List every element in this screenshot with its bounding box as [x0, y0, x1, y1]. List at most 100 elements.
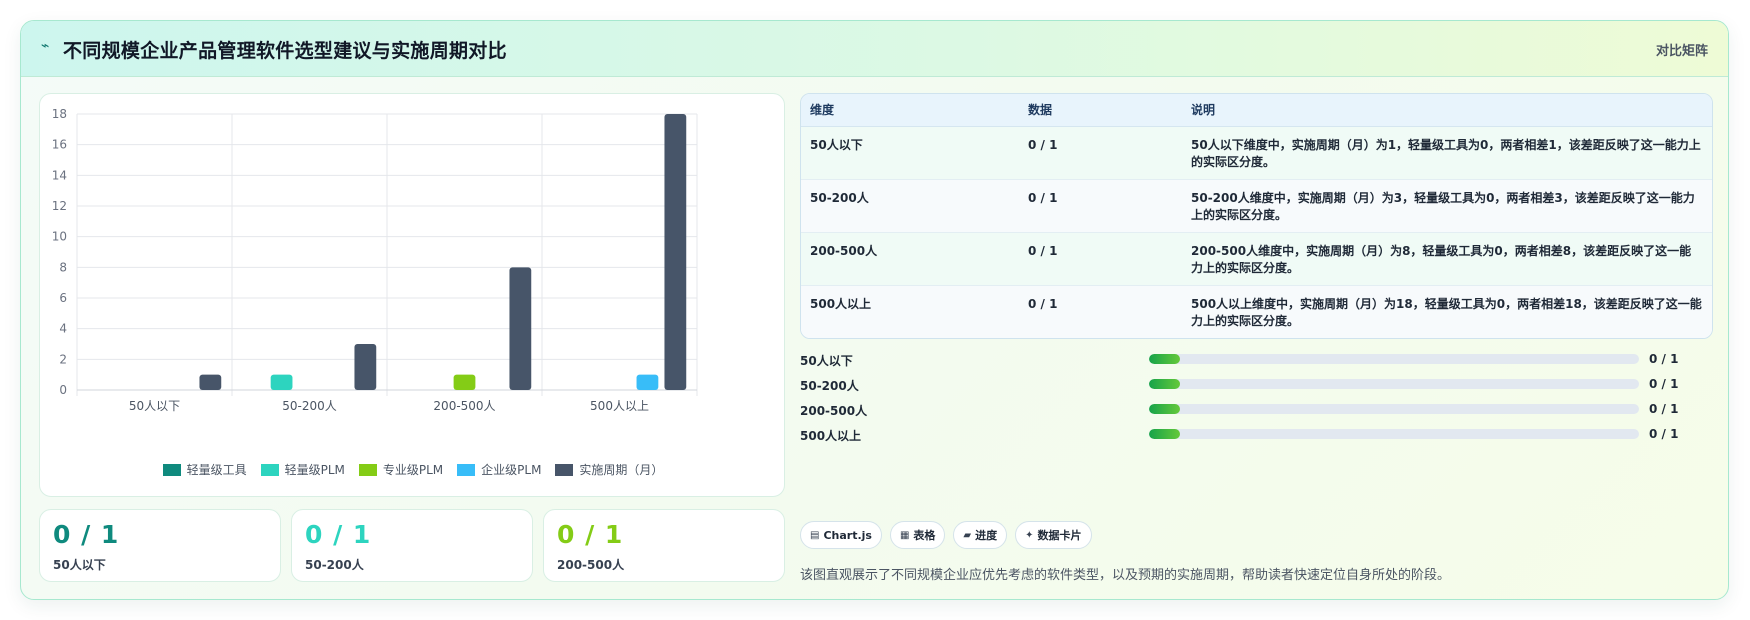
y-tick-label: 8: [59, 260, 67, 274]
legend-label: 轻量级工具: [186, 463, 247, 477]
progress-row: 50-200人 0 / 1: [800, 374, 1713, 399]
cell-data: 0 / 1: [1019, 179, 1182, 233]
chip-label: 数据卡片: [1037, 529, 1082, 542]
progress-track: [1149, 429, 1639, 439]
bar-chart-panel: 0 2 4 6 8 10 12 14 16 18 50人以下 50-200人 200-500人 500人以…: [39, 93, 785, 497]
legend-label: 专业级PLM: [382, 463, 444, 477]
y-tick-label: 16: [52, 138, 67, 152]
stat-label: 50-200人: [305, 558, 364, 572]
cell-dimension: 50-200人: [801, 179, 1019, 233]
stat-label: 50人以下: [53, 558, 106, 572]
cell-data: 0 / 1: [1019, 126, 1182, 180]
table-row: 50人以下 0 / 1 50人以下维度中，实施周期（月）为1，轻量级工具为0，两…: [801, 126, 1712, 180]
legend-item[interactable]: 实施周期（月）: [555, 461, 663, 478]
bar: [636, 374, 659, 390]
bar: [354, 344, 377, 390]
chip-label: 进度: [975, 529, 998, 542]
chip-label: Chart.js: [823, 528, 872, 542]
legend-item[interactable]: 专业级PLM: [358, 461, 444, 478]
legend-swatch: [260, 463, 279, 476]
feature-chips: ▤ Chart.js ▦ 表格 ▰ 进度 ✦ 数据卡片: [800, 521, 1092, 549]
progress-fill: [1149, 404, 1180, 414]
progress-fill: [1149, 429, 1180, 439]
legend-swatch: [555, 463, 574, 476]
legend-item[interactable]: 轻量级PLM: [260, 461, 345, 478]
table-row: 50-200人 0 / 1 50-200人维度中，实施周期（月）为3，轻量级工具…: [801, 179, 1712, 233]
chart-legend: 轻量级工具 轻量级PLM 专业级PLM 企业级PLM 实施周期（月）: [40, 461, 786, 478]
x-tick-label: 500人以上: [590, 399, 649, 413]
progress-label: 50-200人: [800, 379, 859, 393]
cell-description: 50-200人维度中，实施周期（月）为3，轻量级工具为0，两者相差3，该差距反映…: [1182, 179, 1712, 233]
y-tick-label: 12: [52, 199, 67, 213]
chart-icon: ⌁: [41, 38, 50, 54]
cell-description: 50人以下维度中，实施周期（月）为1，轻量级工具为0，两者相差1，该差距反映了这…: [1182, 126, 1712, 180]
chip-table[interactable]: ▦ 表格: [889, 521, 946, 549]
column-header-dimension: 维度: [801, 94, 1019, 127]
column-header-description: 说明: [1182, 94, 1712, 127]
comparison-table-panel: 维度 数据 说明 50人以下 0 / 1 50人以下维度中，实施周期（月）为1，…: [800, 93, 1713, 339]
progress-icon: ▰: [963, 529, 972, 541]
table-row: 500人以上 0 / 1 500人以上维度中，实施周期（月）为18，轻量级工具为…: [801, 285, 1712, 338]
progress-value: 0 / 1: [1649, 427, 1679, 441]
x-tick-label: 200-500人: [433, 399, 495, 413]
progress-fill: [1149, 354, 1180, 364]
stat-card-1: 0 / 1 50人以下: [39, 509, 281, 582]
legend-swatch: [162, 463, 181, 476]
chip-chartjs[interactable]: ▤ Chart.js: [800, 521, 882, 549]
chip-progress[interactable]: ▰ 进度: [953, 521, 1008, 549]
legend-swatch: [457, 463, 476, 476]
bar: [509, 267, 532, 390]
legend-swatch: [358, 463, 377, 476]
legend-item[interactable]: 企业级PLM: [457, 461, 541, 478]
table-header-row: 维度 数据 说明: [801, 94, 1712, 127]
progress-row: 500人以上 0 / 1: [800, 424, 1713, 449]
progress-track: [1149, 404, 1639, 414]
page-title: 不同规模企业产品管理软件选型建议与实施周期对比: [63, 40, 507, 62]
card-icon: ✦: [1025, 529, 1034, 541]
stat-label: 200-500人: [557, 558, 625, 572]
chart-icon: ▤: [810, 529, 820, 541]
progress-track: [1149, 354, 1639, 364]
progress-fill: [1149, 379, 1180, 389]
progress-label: 50人以下: [800, 354, 853, 368]
legend-label: 轻量级PLM: [284, 463, 345, 477]
stat-card-3: 0 / 1 200-500人: [543, 509, 785, 582]
chip-data-card[interactable]: ✦ 数据卡片: [1015, 521, 1092, 549]
cell-description: 500人以上维度中，实施周期（月）为18，轻量级工具为0，两者相差18，该差距反…: [1182, 285, 1712, 338]
legend-label: 实施周期（月）: [579, 463, 664, 477]
y-tick-label: 0: [59, 383, 67, 397]
comparison-card: ⌁ 不同规模企业产品管理软件选型建议与实施周期对比 对比矩阵 0 2 4 6 8 10 12…: [20, 20, 1729, 600]
y-tick-label: 6: [59, 291, 67, 305]
legend-label: 企业级PLM: [481, 463, 542, 477]
progress-row: 50人以下 0 / 1: [800, 349, 1713, 374]
stat-card-2: 0 / 1 50-200人: [291, 509, 533, 582]
column-header-data: 数据: [1019, 94, 1182, 127]
y-tick-label: 10: [52, 230, 67, 244]
cell-data: 0 / 1: [1019, 285, 1182, 338]
table-row: 200-500人 0 / 1 200-500人维度中，实施周期（月）为8，轻量级…: [801, 232, 1712, 286]
bar: [199, 374, 222, 390]
comparison-table: 维度 数据 说明 50人以下 0 / 1 50人以下维度中，实施周期（月）为1，…: [801, 94, 1712, 338]
cell-dimension: 200-500人: [801, 232, 1019, 286]
cell-data: 0 / 1: [1019, 232, 1182, 286]
x-tick-label: 50-200人: [282, 399, 337, 413]
y-tick-label: 18: [52, 107, 67, 121]
matrix-tag: 对比矩阵: [1655, 44, 1708, 59]
progress-value: 0 / 1: [1649, 352, 1679, 366]
y-tick-label: 14: [52, 168, 67, 182]
table-icon: ▦: [899, 529, 910, 541]
progress-value: 0 / 1: [1649, 402, 1679, 416]
bar-chart: 0 2 4 6 8 10 12 14 16 18 50人以下 50-200人 200-500人 500人以…: [52, 107, 698, 413]
progress-label: 200-500人: [800, 404, 868, 418]
y-tick-label: 2: [59, 352, 67, 366]
legend-item[interactable]: 轻量级工具: [162, 461, 247, 478]
y-tick-label: 4: [59, 322, 67, 336]
cell-description: 200-500人维度中，实施周期（月）为8，轻量级工具为0，两者相差8，该差距反…: [1182, 232, 1712, 286]
progress-list: 50人以下 0 / 1 50-200人 0 / 1 200-500人 0 / 1…: [800, 349, 1713, 449]
x-tick-label: 50人以下: [129, 399, 180, 413]
progress-label: 500人以上: [800, 429, 862, 443]
bar: [270, 374, 293, 390]
cell-dimension: 50人以下: [801, 126, 1019, 180]
progress-track: [1149, 379, 1639, 389]
stat-value: 0 / 1: [53, 520, 120, 549]
